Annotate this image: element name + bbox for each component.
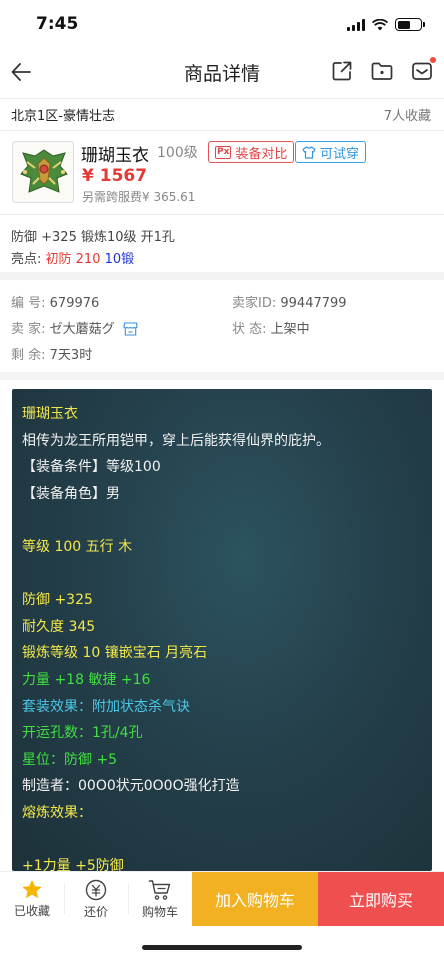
cellular-signal-icon xyxy=(347,18,365,31)
item-price: ¥ 1567 xyxy=(82,166,148,186)
description-line xyxy=(22,827,422,854)
divider xyxy=(0,130,444,131)
seller-id-label: 卖家ID: xyxy=(232,296,277,311)
status-bar: 7:45 xyxy=(0,0,444,50)
seller-id: 卖家ID: 99447799 xyxy=(232,292,347,311)
home-indicator[interactable] xyxy=(142,945,302,950)
star-icon xyxy=(22,880,42,899)
item-attributes: 防御 +325 锻炼10级 开1孔 xyxy=(11,230,175,245)
description-line: 耐久度 345 xyxy=(22,618,96,635)
item-id-value: 679976 xyxy=(49,296,100,311)
description-line: 【装备角色】男 xyxy=(22,485,120,502)
highlight-base-defense: 初防 210 xyxy=(45,252,101,267)
message-button[interactable] xyxy=(410,57,436,83)
remaining-value: 7天3时 xyxy=(49,348,93,363)
highlight-label: 亮点: xyxy=(11,252,42,267)
share-button[interactable] xyxy=(330,59,354,83)
item-description-panel: 珊瑚玉衣相传为龙王所用铠甲，穿上后能获得仙界的庇护。 【装备条件】等级100 【装备… xyxy=(12,389,432,871)
description-line: 【装备条件】等级100 xyxy=(22,459,161,476)
description-line: +1力量 +5防御 xyxy=(22,858,124,871)
battery-icon xyxy=(395,18,425,31)
item-highlights: 亮点: 初防 210 10锻 xyxy=(11,248,134,267)
favorite-count: 7人收藏 xyxy=(383,109,431,124)
seller-value[interactable]: ゼ大蘑菇グ xyxy=(50,322,115,337)
description-line: 珊瑚玉衣 xyxy=(22,406,78,422)
share-icon xyxy=(332,61,352,81)
server-name: 北京1区-豪情壮志 xyxy=(11,109,115,124)
compare-badge-icon: Px xyxy=(215,145,232,159)
cross-server-fee: 另需跨服费¥ 365.61 xyxy=(82,190,196,204)
compare-equipment-button[interactable]: Px 装备对比 xyxy=(208,141,295,163)
item-id-label: 编 号: xyxy=(11,296,46,311)
description-line xyxy=(22,561,422,588)
favorite-label: 已收藏 xyxy=(13,904,50,918)
wifi-icon xyxy=(372,18,388,30)
item-thumbnail[interactable] xyxy=(12,141,74,203)
message-icon xyxy=(412,62,432,80)
favorite-button[interactable]: 已收藏 xyxy=(0,872,64,926)
cart-label: 购物车 xyxy=(141,904,178,919)
shopping-cart-icon xyxy=(148,879,171,900)
item-id: 编 号: 679976 xyxy=(11,292,99,311)
bargain-label: 还价 xyxy=(83,904,108,919)
divider xyxy=(0,214,444,215)
description-line: 相传为龙王所用铠甲，穿上后能获得仙界的庇护。 xyxy=(22,432,330,449)
notification-dot xyxy=(430,57,436,63)
description-line: 制造者：00O0状元0O0O强化打造 xyxy=(22,778,240,795)
description-line: 力量 +18 敏捷 +16 xyxy=(22,671,151,688)
navigation-bar: 商品详情 xyxy=(0,50,444,94)
bargain-icon xyxy=(85,879,107,900)
shop-icon[interactable] xyxy=(123,322,138,336)
try-on-button[interactable]: 可试穿 xyxy=(295,141,367,163)
try-on-label: 可试穿 xyxy=(320,146,360,162)
seller: 卖 家: ゼ大蘑菇グ xyxy=(11,318,138,337)
shirt-icon xyxy=(302,145,316,159)
divider xyxy=(0,98,444,99)
buy-now-button[interactable]: 立即购买 xyxy=(318,872,444,926)
section-gap xyxy=(0,272,444,280)
server-row: 北京1区-豪情壮志 7人收藏 xyxy=(0,100,444,128)
compare-label: 装备对比 xyxy=(235,146,288,162)
highlight-forge: 10锻 xyxy=(104,252,135,267)
description-line: 等级 100 五行 木 xyxy=(22,538,133,555)
status-icons xyxy=(347,18,425,31)
description-line xyxy=(22,507,422,534)
time-remaining: 剩 余: 7天3时 xyxy=(11,344,92,363)
status-time: 7:45 xyxy=(36,14,79,34)
folder-button[interactable] xyxy=(370,59,394,83)
description-line: 开运孔数：1孔/4孔 xyxy=(22,725,143,742)
description-line: 套装效果：附加状态杀气诀 xyxy=(22,698,190,715)
status-value: 上架中 xyxy=(270,322,310,337)
folder-icon xyxy=(371,62,393,80)
description-line: 星位：防御 +5 xyxy=(22,751,118,768)
item-name: 珊瑚玉衣 xyxy=(81,146,149,166)
status-label: 状 态: xyxy=(232,322,267,337)
description-line: 防御 +325 xyxy=(22,592,93,609)
description-line: 锻炼等级 10 镶嵌宝石 月亮石 xyxy=(22,645,208,662)
bottom-action-bar: 已收藏 还价 购物车 加入购物车 立即购买 xyxy=(0,871,444,926)
item-level: 100级 xyxy=(157,145,198,161)
seller-label: 卖 家: xyxy=(11,322,46,337)
remaining-label: 剩 余: xyxy=(11,348,46,363)
armor-item-image xyxy=(20,149,68,193)
section-gap xyxy=(0,372,444,380)
description-line: 熔炼效果： xyxy=(22,804,92,821)
bargain-button[interactable]: 还价 xyxy=(64,872,128,926)
description-lines: 珊瑚玉衣相传为龙王所用铠甲，穿上后能获得仙界的庇护。 【装备条件】等级100 【装备… xyxy=(22,401,422,871)
seller-id-value: 99447799 xyxy=(280,296,347,311)
cart-button[interactable]: 购物车 xyxy=(128,872,192,926)
listing-status: 状 态: 上架中 xyxy=(232,318,310,337)
nav-actions xyxy=(330,57,436,83)
add-to-cart-button[interactable]: 加入购物车 xyxy=(192,872,318,926)
